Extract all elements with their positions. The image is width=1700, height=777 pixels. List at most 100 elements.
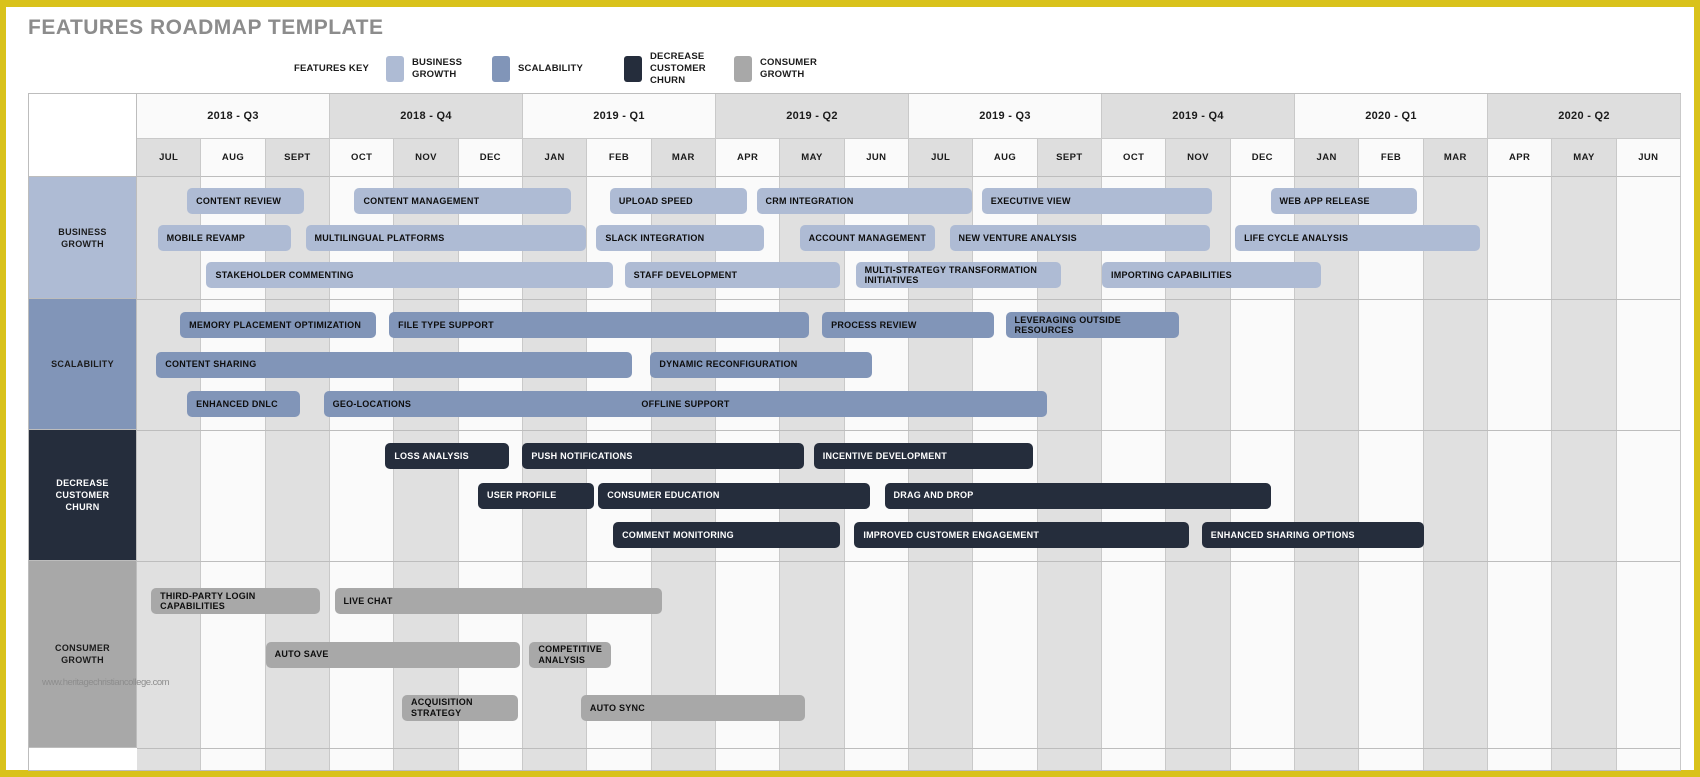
roadmap-bar[interactable]: THIRD-PARTY LOGIN CAPABILITIES — [151, 588, 320, 615]
legend-item-label: SCALABILITY — [518, 63, 584, 74]
category-label-column: BUSINESS GROWTH SCALABILITY DECREASE CUSTO… — [29, 94, 137, 770]
roadmap-page: FEATURES ROADMAP TEMPLATE FEATURES KEY B… — [0, 0, 1700, 777]
month-header-cell: AUG — [973, 139, 1038, 177]
month-header-cell: NOV — [394, 139, 459, 177]
legend-item-2: DECREASE CUSTOMER CHURN — [624, 51, 720, 87]
month-header-cell: FEB — [587, 139, 652, 177]
roadmap-bar[interactable]: COMPETITIVE ANALYSIS — [529, 641, 612, 668]
month-header-cell: JUN — [844, 139, 909, 177]
month-header-cell: NOV — [1166, 139, 1231, 177]
legend-swatch-icon — [624, 56, 642, 82]
month-header-cell: MAY — [1552, 139, 1617, 177]
quarter-header-cell: 2018 - Q4 — [330, 94, 523, 139]
quarter-header-cell: 2018 - Q3 — [137, 94, 330, 139]
quarter-header-cell: 2020 - Q2 — [1488, 94, 1681, 139]
roadmap-bar[interactable]: DRAG AND DROP — [884, 482, 1271, 509]
roadmap-bar[interactable]: AUTO SAVE — [265, 641, 520, 668]
roadmap-bar[interactable]: CRM INTEGRATION — [756, 188, 973, 214]
roadmap-bar[interactable]: ENHANCED SHARING OPTIONS — [1201, 521, 1424, 548]
roadmap-bar[interactable]: LIFE CYCLE ANALYSIS — [1235, 225, 1480, 251]
roadmap-bar[interactable]: PROCESS REVIEW — [822, 312, 994, 339]
legend-item-0: BUSINESS GROWTH — [386, 56, 478, 82]
category-label-2: DECREASE CUSTOMER CHURN — [29, 430, 137, 561]
roadmap-bar[interactable]: LEVERAGING OUTSIDE RESOURCES — [1005, 312, 1180, 339]
roadmap-bar[interactable]: CONTENT REVIEW — [187, 188, 305, 214]
roadmap-bar[interactable]: MULTI-STRATEGY TRANSFORMATION INITIATIVE… — [855, 262, 1062, 288]
quarter-header-row: 2018 - Q3 2018 - Q4 2019 - Q1 2019 - Q2 2019… — [137, 94, 1681, 139]
roadmap-bar[interactable]: LIVE CHAT — [334, 588, 662, 615]
roadmap-bar[interactable]: OFFLINE SUPPORT — [632, 390, 1048, 417]
roadmap-bar[interactable]: STAKEHOLDER COMMENTING — [206, 262, 614, 288]
month-header-cell: OCT — [330, 139, 395, 177]
quarter-header-cell: 2020 - Q1 — [1295, 94, 1488, 139]
quarter-header-cell: 2019 - Q3 — [909, 94, 1102, 139]
roadmap-bar[interactable]: IMPROVED CUSTOMER ENGAGEMENT — [854, 521, 1189, 548]
timeline-body: CONTENT REVIEW CONTENT MANAGEMENT UPLOAD S… — [137, 177, 1681, 770]
roadmap-bar[interactable]: WEB APP RELEASE — [1270, 188, 1417, 214]
roadmap-bar[interactable]: CONTENT MANAGEMENT — [354, 188, 571, 214]
month-header-cell: MAY — [780, 139, 845, 177]
roadmap-bar[interactable]: AUTO SYNC — [580, 694, 805, 721]
roadmap-bar[interactable]: ENHANCED DNLC — [187, 390, 300, 417]
roadmap-bar[interactable]: SLACK INTEGRATION — [596, 225, 764, 251]
roadmap-grid: BUSINESS GROWTH SCALABILITY DECREASE CUSTO… — [28, 93, 1681, 771]
month-header-cell: SEPT — [1037, 139, 1102, 177]
roadmap-bar[interactable]: MOBILE REVAMP — [157, 225, 291, 251]
month-header-row: JUL AUG SEPT OCT NOV DEC JAN FEB MAR APR MAY JUN JUL… — [137, 139, 1681, 177]
legend-item-label: BUSINESS GROWTH — [412, 57, 463, 80]
roadmap-bar[interactable]: MEMORY PLACEMENT OPTIMIZATION — [180, 312, 377, 339]
month-header-cell: FEB — [1359, 139, 1424, 177]
band-separator — [137, 561, 1680, 562]
legend-item-label: CONSUMER GROWTH — [760, 57, 818, 80]
roadmap-bar[interactable]: CONSUMER EDUCATION — [598, 482, 871, 509]
month-header-cell: SEPT — [265, 139, 330, 177]
roadmap-bar[interactable]: STAFF DEVELOPMENT — [624, 262, 841, 288]
month-header-cell: APR — [716, 139, 781, 177]
roadmap-bar[interactable]: UPLOAD SPEED — [609, 188, 747, 214]
roadmap-bar[interactable]: MULTILINGUAL PLATFORMS — [305, 225, 587, 251]
roadmap-bar[interactable]: USER PROFILE — [477, 482, 594, 509]
roadmap-bar[interactable]: EXECUTIVE VIEW — [981, 188, 1212, 214]
timeline-area: 2018 - Q3 2018 - Q4 2019 - Q1 2019 - Q2 2019… — [137, 94, 1681, 770]
roadmap-bar[interactable]: DYNAMIC RECONFIGURATION — [650, 351, 873, 378]
legend-swatch-icon — [734, 56, 752, 82]
quarter-header-cell: 2019 - Q4 — [1102, 94, 1295, 139]
legend-key-label: FEATURES KEY — [294, 63, 370, 74]
month-header-cell: DEC — [458, 139, 523, 177]
features-key-legend: FEATURES KEY BUSINESS GROWTH SCALABILITY D… — [294, 51, 848, 87]
month-header-cell: DEC — [1230, 139, 1295, 177]
roadmap-bar[interactable]: PUSH NOTIFICATIONS — [522, 443, 805, 470]
category-label-0: BUSINESS GROWTH — [29, 177, 137, 299]
month-header-cell: MAR — [651, 139, 716, 177]
month-header-cell: APR — [1488, 139, 1553, 177]
watermark: www.heritagechristiancollege.com — [42, 677, 170, 688]
month-header-cell: AUG — [201, 139, 266, 177]
roadmap-bar[interactable]: LOSS ANALYSIS — [385, 443, 510, 470]
legend-item-label: DECREASE CUSTOMER CHURN — [650, 51, 706, 86]
timeline-column — [1616, 177, 1681, 770]
legend-swatch-icon — [492, 56, 510, 82]
timeline-column — [1359, 177, 1424, 770]
page-title: FEATURES ROADMAP TEMPLATE — [28, 16, 384, 39]
roadmap-bar[interactable]: ACQUISITION STRATEGY — [402, 694, 519, 721]
roadmap-bar[interactable]: GEO-LOCATIONS — [323, 390, 665, 417]
month-header-cell: JAN — [1295, 139, 1360, 177]
band-separator — [137, 430, 1680, 431]
quarter-header-cell: 2019 - Q1 — [523, 94, 716, 139]
timeline-column — [1488, 177, 1553, 770]
roadmap-bar[interactable]: ACCOUNT MANAGEMENT — [799, 225, 935, 251]
timeline-column — [1552, 177, 1617, 770]
roadmap-bar[interactable]: COMMENT MONITORING — [613, 521, 840, 548]
category-label-3: CONSUMER GROWTH — [29, 561, 137, 748]
legend-swatch-icon — [386, 56, 404, 82]
month-header-cell: JUN — [1616, 139, 1681, 177]
roadmap-bar[interactable]: FILE TYPE SUPPORT — [389, 312, 810, 339]
roadmap-bar[interactable]: IMPORTING CAPABILITIES — [1102, 262, 1321, 288]
category-label-1: SCALABILITY — [29, 299, 137, 430]
month-header-cell: JUL — [137, 139, 202, 177]
roadmap-bar[interactable]: CONTENT SHARING — [156, 351, 633, 378]
band-separator — [137, 299, 1680, 300]
roadmap-bar[interactable]: INCENTIVE DEVELOPMENT — [813, 443, 1033, 470]
timeline-column — [1423, 177, 1488, 770]
roadmap-bar[interactable]: NEW VENTURE ANALYSIS — [949, 225, 1211, 251]
